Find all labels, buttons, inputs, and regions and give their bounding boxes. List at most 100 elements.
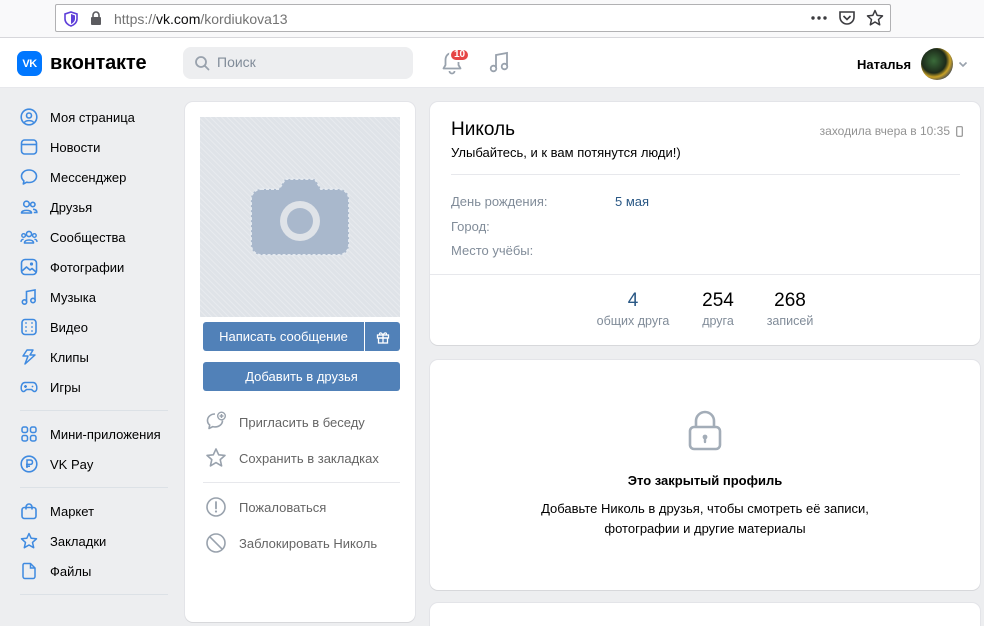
user-circle-icon [20,108,38,126]
counters-divider [430,274,980,275]
block-user-action[interactable]: Заблокировать Николь [205,531,377,555]
counter-value: 4 [627,290,639,311]
newsfeed-icon [20,139,38,155]
menu-label: Друзья [50,199,93,215]
browser-toolbar: https://vk.com/kordiukova13 [0,0,984,38]
user-name: Наталья [857,56,912,72]
message-icon [20,169,38,185]
counter-value: 268 [774,290,806,311]
send-message-button[interactable]: Написать сообщение [203,322,364,351]
menu-label: Музыка [50,289,96,305]
menu-label: Мини-приложения [50,426,161,442]
music-icon [21,289,37,306]
friends-icon [20,200,38,214]
bookmark-star-icon [20,532,38,549]
photo-icon [20,258,38,276]
menu-item-vk-pay[interactable]: VK Pay [14,449,174,479]
profile-photo-placeholder[interactable] [200,117,400,317]
menu-item-video[interactable]: Видео [14,312,174,342]
menu-item-mini-apps[interactable]: Мини-приложения [14,419,174,449]
star-icon [206,448,226,467]
user-menu[interactable]: Наталья [857,48,969,80]
private-profile-description: Добавьте Николь в друзья, чтобы смотреть… [505,499,905,539]
save-to-bookmarks-action[interactable]: Сохранить в закладках [205,446,379,470]
camera-icon [250,178,350,256]
menu-item-bookmarks[interactable]: Закладки [14,526,174,556]
info-label-birthday: День рождения: [451,194,548,209]
report-action[interactable]: Пожаловаться [205,495,326,519]
menu-label: Мессенджер [50,169,127,185]
menu-item-clips[interactable]: Клипы [14,342,174,372]
bookmark-star-icon[interactable] [866,9,884,27]
menu-item-games[interactable]: Игры [14,372,174,402]
url-path: /kordiukova13 [200,11,288,27]
actions-divider [203,482,400,483]
left-navigation: Моя страница Новости Мессенджер Друзья С… [14,102,174,603]
action-label: Сохранить в закладках [239,450,379,466]
menu-label: Клипы [50,349,89,365]
last-seen: заходила вчера в 10:35 [820,124,963,138]
market-icon [21,503,37,520]
menu-label: Сообщества [50,229,126,245]
menu-item-messenger[interactable]: Мессенджер [14,162,174,192]
menu-divider [20,594,168,595]
search-input[interactable] [217,54,397,70]
video-icon [21,318,37,336]
menu-label: Закладки [50,533,107,549]
menu-label: Маркет [50,503,95,519]
address-bar[interactable]: https://vk.com/kordiukova13 [55,4,891,32]
url-domain: vk.com [156,11,201,27]
info-label-city: Город: [451,219,490,234]
gamepad-icon [20,381,38,393]
info-value-birthday[interactable]: 5 мая [615,194,649,209]
counter-label: друга [702,314,734,328]
invite-to-chat-action[interactable]: Пригласить в беседу [205,410,365,434]
site-header: VK вконтакте 10 Наталья [0,38,984,88]
counter-posts[interactable]: 268 записей [758,290,822,328]
apps-icon [21,426,37,442]
info-divider [451,174,960,175]
file-icon [22,562,36,580]
last-seen-text: заходила вчера в 10:35 [819,124,950,138]
private-profile-card: Это закрытый профиль Добавьте Николь в д… [430,360,980,590]
send-gift-button[interactable] [365,322,400,351]
pocket-icon[interactable] [838,9,856,27]
menu-item-files[interactable]: Файлы [14,556,174,586]
vk-logo[interactable]: VK вконтакте [17,51,147,76]
counter-friends[interactable]: 254 друга [688,290,748,328]
profile-status: Улыбайтесь, и к вам потянутся люди!) [451,145,681,160]
profile-name: Николь [451,119,515,140]
menu-item-friends[interactable]: Друзья [14,192,174,222]
menu-label: Видео [50,319,88,335]
menu-item-music[interactable]: Музыка [14,282,174,312]
menu-item-my-page[interactable]: Моя страница [14,102,174,132]
menu-label: Фотографии [50,259,125,275]
counter-mutual-friends[interactable]: 4 общих друга [593,290,673,328]
clips-icon [22,349,36,365]
menu-label: Моя страница [50,109,135,125]
tracking-shield-icon[interactable] [64,11,78,27]
menu-item-news[interactable]: Новости [14,132,174,162]
music-player-icon[interactable] [488,50,510,74]
counter-value: 254 [702,290,734,311]
padlock-icon[interactable] [90,11,102,26]
menu-item-communities[interactable]: Сообщества [14,222,174,252]
action-label: Пожаловаться [239,499,327,515]
next-card-edge [430,603,980,626]
counter-label: записей [766,314,814,328]
page-actions-icon[interactable] [810,9,828,27]
search-box[interactable] [183,47,413,79]
url-text[interactable]: https://vk.com/kordiukova13 [114,11,288,27]
menu-item-market[interactable]: Маркет [14,496,174,526]
chat-plus-icon [206,411,226,430]
url-scheme: https:// [114,11,157,27]
info-label-education: Место учёбы: [451,243,534,258]
private-desc-line: Добавьте Николь в друзья, чтобы смотреть… [541,501,869,516]
menu-item-photos[interactable]: Фотографии [14,252,174,282]
search-icon [195,56,210,71]
action-label: Пригласить в беседу [239,414,365,430]
private-desc-line: фотографии и другие материалы [604,521,806,536]
lock-icon [688,410,722,451]
add-friend-button[interactable]: Добавить в друзья [203,362,400,391]
menu-label: Игры [50,379,81,395]
